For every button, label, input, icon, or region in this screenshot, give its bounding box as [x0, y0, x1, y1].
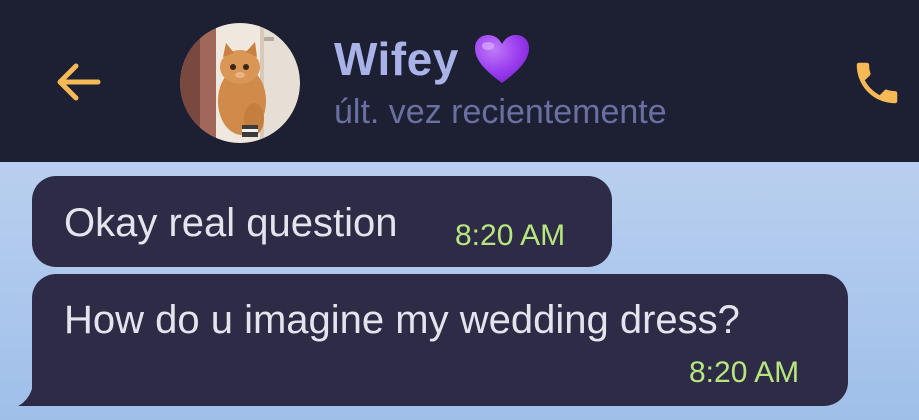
contact-name: Wifey [334, 33, 459, 85]
message-text: Okay real question [64, 201, 398, 245]
purple-heart-icon [474, 35, 529, 83]
back-button[interactable] [50, 56, 106, 108]
message-bubble[interactable]: Okay real question 8:20 AM [32, 176, 612, 267]
contact-avatar[interactable] [180, 23, 300, 143]
chat-header: Wifey últ. vez recientemente [0, 0, 919, 162]
last-seen-status: últ. vez recientemente [334, 93, 667, 131]
message-text: How do u imagine my wedding dress? [64, 298, 740, 342]
message-time: 8:20 AM [455, 219, 566, 252]
chat-area[interactable]: Okay real question 8:20 AM How do u imag… [0, 162, 919, 420]
message-bubble[interactable]: How do u imagine my wedding dress? 8:20 … [32, 274, 848, 406]
arrow-left-icon [57, 63, 101, 101]
cat-avatar [180, 23, 300, 143]
call-button[interactable] [846, 52, 908, 114]
title-row[interactable]: Wifey [334, 28, 531, 90]
message-time: 8:20 AM [689, 356, 800, 389]
phone-icon [856, 62, 898, 104]
